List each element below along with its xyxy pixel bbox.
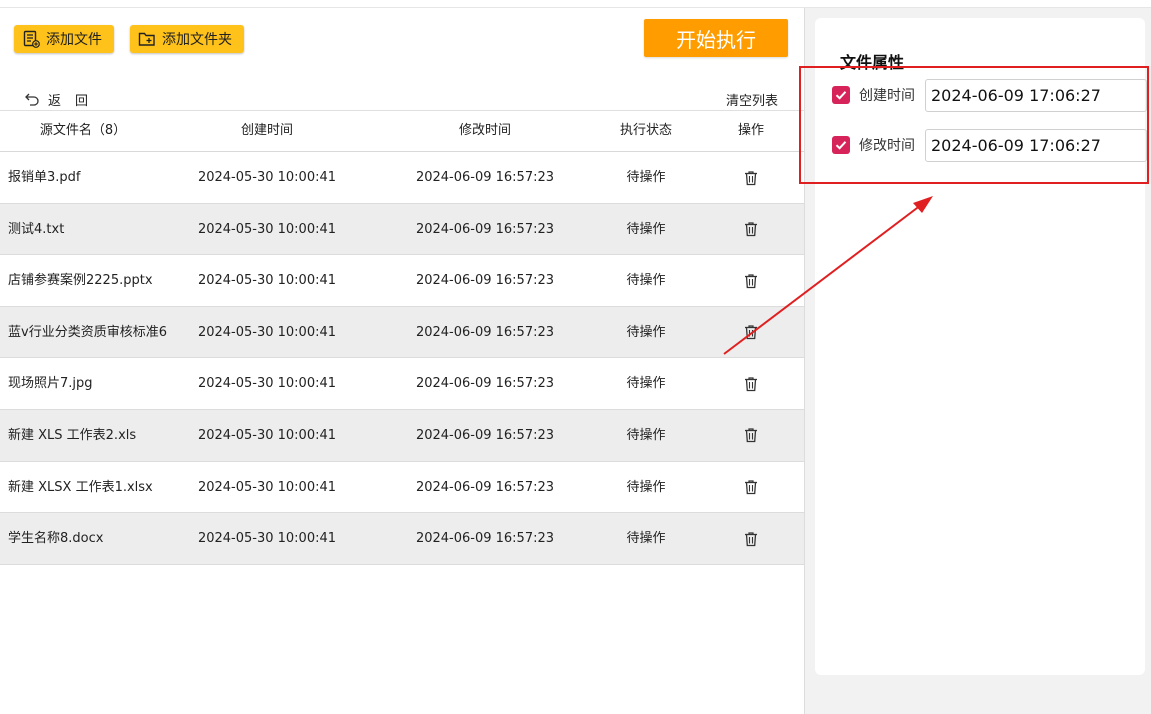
file-name: 蓝v行业分类资质审核标准6	[8, 324, 167, 340]
delete-button[interactable]	[730, 204, 772, 255]
created-time: 2024-05-30 10:00:41	[197, 170, 337, 185]
table-row[interactable]: 报销单3.pdf 2024-05-30 10:00:41 2024-06-09 16…	[0, 152, 804, 204]
header-action: 操作	[737, 123, 764, 138]
add-folder-label: 添加文件夹	[162, 32, 232, 48]
file-name: 测试4.txt	[8, 221, 65, 237]
delete-button[interactable]	[730, 152, 772, 203]
back-label: 返回	[48, 93, 103, 109]
table-row[interactable]: 新建 XLSX 工作表1.xlsx 2024-05-30 10:00:41 2024…	[0, 462, 804, 514]
trash-icon	[745, 428, 757, 443]
modified-time: 2024-06-09 16:57:23	[415, 221, 555, 237]
table-row[interactable]: 店铺参赛案例2225.pptx 2024-05-30 10:00:41 2024-0…	[0, 255, 804, 307]
table-row[interactable]: 蓝v行业分类资质审核标准6 2024-05-30 10:00:41 2024-06-…	[0, 306, 804, 359]
trash-icon	[745, 325, 757, 340]
status-text: 待操作	[626, 273, 666, 289]
created-time: 2024-05-30 10:00:41	[197, 324, 337, 340]
file-table-body: 报销单3.pdf 2024-05-30 10:00:41 2024-06-09 16…	[0, 152, 804, 565]
table-row[interactable]: 新建 XLS 工作表2.xls 2024-05-30 10:00:41 2024-0…	[0, 409, 804, 462]
file-name: 报销单3.pdf	[8, 170, 81, 185]
annotation-highlight-box	[799, 66, 1149, 184]
add-file-label: 添加文件	[46, 32, 102, 48]
status-text: 待操作	[626, 531, 666, 547]
back-button[interactable]: 返回	[24, 90, 103, 109]
back-arrow-icon	[25, 93, 39, 106]
table-row[interactable]: 测试4.txt 2024-05-30 10:00:41 2024-06-09 16:…	[0, 203, 804, 256]
delete-button[interactable]	[730, 255, 772, 306]
header-status: 执行状态	[619, 123, 672, 138]
file-name: 新建 XLSX 工作表1.xlsx	[8, 479, 153, 495]
file-name: 店铺参赛案例2225.pptx	[8, 273, 153, 289]
trash-icon	[745, 274, 757, 288]
trash-icon	[745, 532, 757, 546]
modified-time: 2024-06-09 16:57:23	[415, 170, 555, 185]
status-text: 待操作	[626, 376, 666, 392]
delete-button[interactable]	[730, 462, 772, 513]
created-time: 2024-05-30 10:00:41	[197, 273, 337, 289]
trash-icon	[745, 222, 757, 237]
trash-icon	[745, 480, 757, 495]
delete-button[interactable]	[730, 513, 772, 564]
file-name: 学生名称8.docx	[8, 531, 104, 547]
created-time: 2024-05-30 10:00:41	[197, 221, 337, 237]
trash-icon	[745, 170, 757, 185]
created-time: 2024-05-30 10:00:41	[197, 376, 337, 392]
delete-button[interactable]	[730, 307, 772, 358]
modified-time: 2024-06-09 16:57:23	[415, 479, 555, 495]
modified-time: 2024-06-09 16:57:23	[415, 427, 555, 443]
status-text: 待操作	[626, 324, 666, 340]
header-created: 创建时间	[240, 123, 293, 138]
created-time: 2024-05-30 10:00:41	[197, 427, 337, 443]
header-modified: 修改时间	[458, 123, 511, 138]
delete-button[interactable]	[730, 410, 772, 461]
table-header: 源文件名（8） 创建时间 修改时间 执行状态 操作	[0, 110, 804, 152]
file-name: 新建 XLS 工作表2.xls	[8, 427, 137, 443]
modified-time: 2024-06-09 16:57:23	[415, 531, 555, 547]
header-filename: 源文件名（8）	[39, 123, 127, 138]
status-text: 待操作	[626, 221, 666, 237]
add-folder-icon	[138, 32, 155, 46]
trash-icon	[745, 377, 757, 392]
status-text: 待操作	[626, 479, 666, 495]
table-row[interactable]: 现场照片7.jpg 2024-05-30 10:00:41 2024-06-09 1…	[0, 358, 804, 410]
delete-button[interactable]	[730, 358, 772, 409]
start-button[interactable]: 开始执行	[644, 19, 788, 57]
modified-time: 2024-06-09 16:57:23	[415, 324, 555, 340]
file-name: 现场照片7.jpg	[8, 376, 93, 392]
status-text: 待操作	[626, 170, 666, 185]
status-text: 待操作	[626, 427, 666, 443]
created-time: 2024-05-30 10:00:41	[197, 531, 337, 547]
clear-list-button[interactable]: 清空列表	[726, 90, 778, 109]
table-row[interactable]: 学生名称8.docx 2024-05-30 10:00:41 2024-06-09 …	[0, 513, 804, 565]
created-time: 2024-05-30 10:00:41	[197, 479, 337, 495]
add-file-button[interactable]: 添加文件	[14, 25, 114, 53]
modified-time: 2024-06-09 16:57:23	[415, 273, 555, 289]
modified-time: 2024-06-09 16:57:23	[415, 376, 555, 392]
add-folder-button[interactable]: 添加文件夹	[130, 25, 244, 53]
add-file-icon	[23, 30, 40, 48]
